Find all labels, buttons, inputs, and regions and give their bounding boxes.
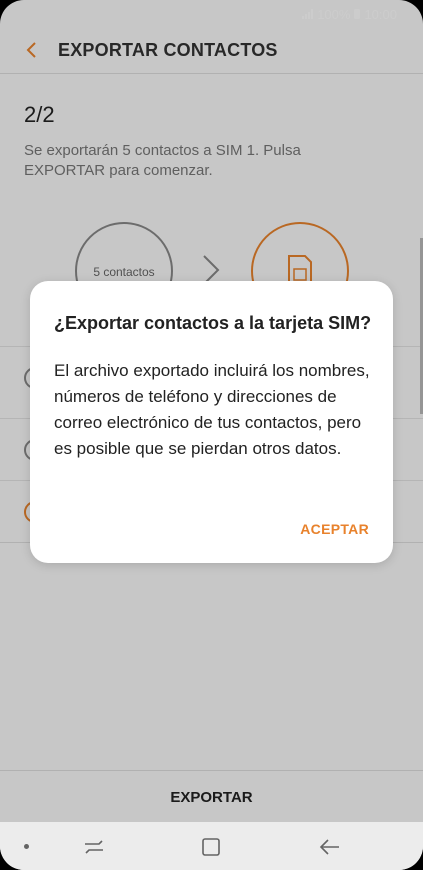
phone-screen: 100% 10:00 EXPORTAR CONTACTOS 2/2 Se exp… xyxy=(0,0,423,870)
dialog-body: El archivo exportado incluirá los nombre… xyxy=(54,361,370,458)
dialog-title: ¿Exportar contactos a la tarjeta SIM? xyxy=(54,313,372,333)
confirm-dialog: ¿Exportar contactos a la tarjeta SIM? El… xyxy=(30,281,393,563)
accept-button[interactable]: ACEPTAR xyxy=(300,521,369,537)
nav-scrim xyxy=(0,822,423,870)
